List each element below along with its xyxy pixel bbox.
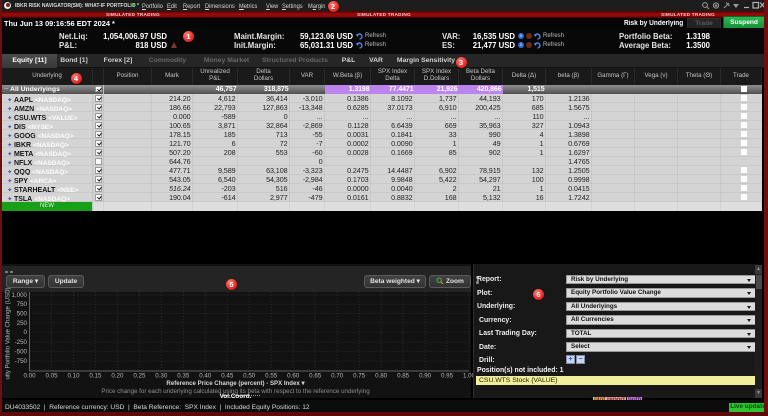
svg-text:0.70: 0.70	[331, 373, 344, 380]
svg-text:0.25: 0.25	[133, 373, 146, 380]
svg-text:-500: -500	[15, 349, 28, 356]
svg-text:0.75: 0.75	[353, 373, 366, 380]
svg-text:0.65: 0.65	[309, 373, 322, 380]
svg-text:0.80: 0.80	[375, 373, 388, 380]
svg-text:0: 0	[24, 329, 28, 336]
svg-text:0.30: 0.30	[155, 373, 168, 380]
svg-text:0.60: 0.60	[287, 373, 300, 380]
svg-text:0.50: 0.50	[243, 373, 256, 380]
svg-text:750: 750	[17, 301, 28, 308]
svg-text:0.05: 0.05	[45, 373, 58, 380]
svg-text:0.85: 0.85	[397, 373, 410, 380]
svg-text:0.20: 0.20	[111, 373, 124, 380]
svg-text:500: 500	[17, 311, 28, 318]
svg-text:-750: -750	[15, 358, 28, 365]
svg-text:0.00: 0.00	[23, 373, 36, 380]
svg-text:0.45: 0.45	[221, 373, 234, 380]
svg-text:0.35: 0.35	[177, 373, 190, 380]
svg-text:0.55: 0.55	[265, 373, 278, 380]
svg-text:1,000: 1,000	[12, 292, 28, 299]
svg-text:0.40: 0.40	[199, 373, 212, 380]
svg-text:0.15: 0.15	[89, 373, 102, 380]
svg-text:-250: -250	[15, 339, 28, 346]
svg-text:0.10: 0.10	[67, 373, 80, 380]
svg-text:250: 250	[17, 320, 28, 327]
svg-text:0.95: 0.95	[441, 373, 454, 380]
svg-text:0.90: 0.90	[419, 373, 432, 380]
